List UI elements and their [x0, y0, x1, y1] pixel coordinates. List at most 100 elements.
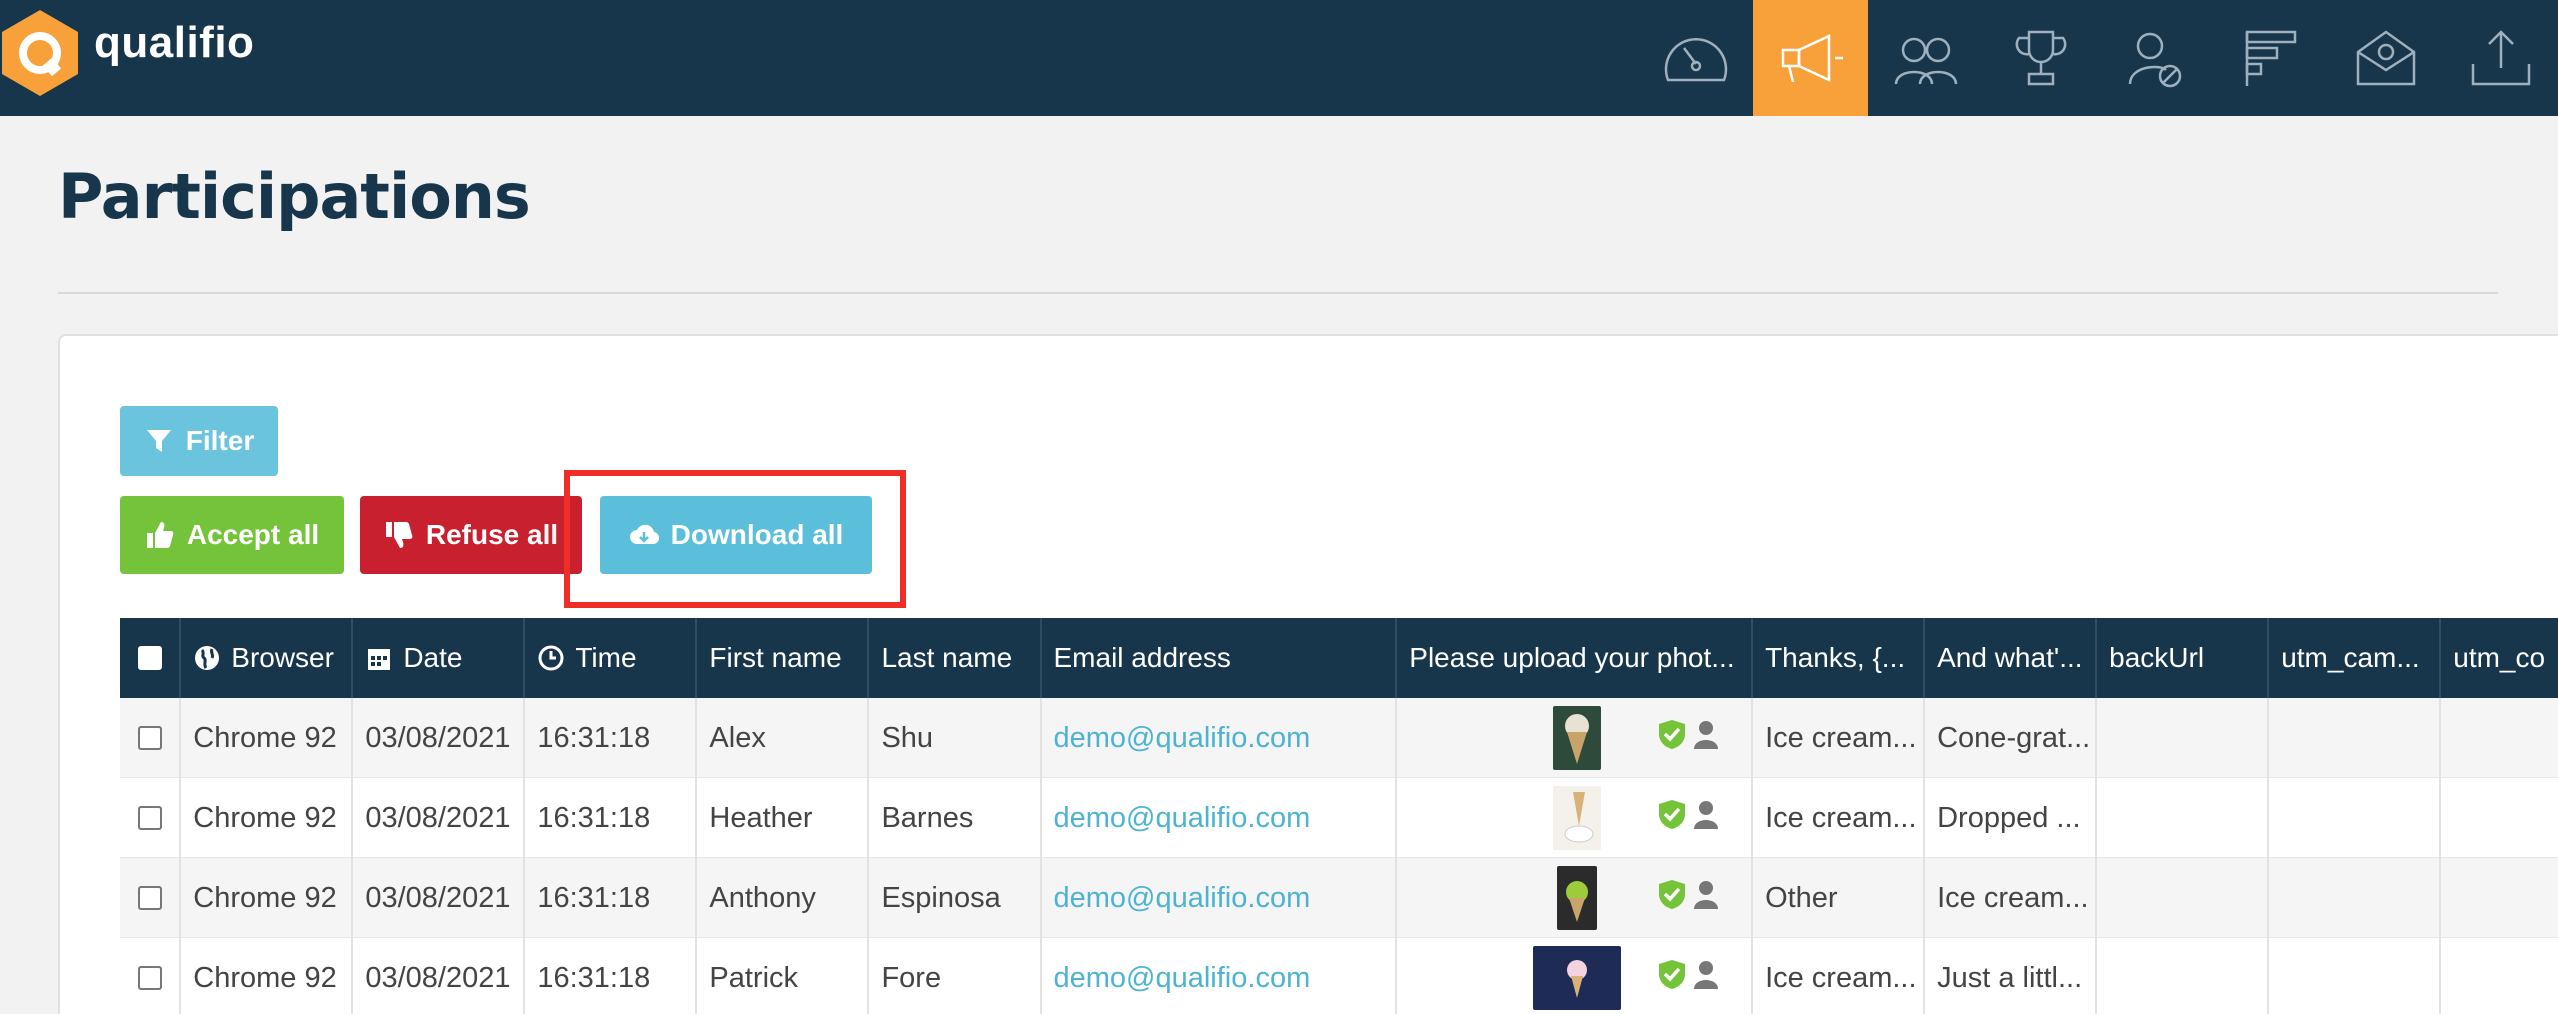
utm-campaign-cell	[2269, 778, 2442, 858]
nav-blacklist[interactable]	[2098, 0, 2213, 116]
photo-thumbnail[interactable]	[1553, 706, 1602, 770]
last-name-cell: Fore	[869, 938, 1042, 1014]
row-checkbox[interactable]	[137, 966, 162, 990]
photo-thumbnail[interactable]	[1557, 866, 1598, 930]
select-all-cell	[120, 618, 182, 698]
header-label: backUrl	[2109, 642, 2205, 673]
row-checkbox[interactable]	[137, 806, 162, 830]
email-link[interactable]: demo@qualifio.com	[1042, 778, 1398, 858]
moderation-status	[1657, 798, 1721, 830]
clock-icon	[538, 645, 564, 671]
header-label: And what'...	[1937, 642, 2083, 673]
shield-check-icon[interactable]	[1657, 718, 1687, 750]
row-checkbox-cell	[120, 858, 182, 938]
browser-cell: Chrome 92	[181, 778, 354, 858]
nav-statistics[interactable]	[2213, 0, 2328, 116]
first-name-cell: Anthony	[697, 858, 870, 938]
refuse-all-button[interactable]: Refuse all	[360, 496, 582, 574]
header-label: Browser	[231, 642, 334, 673]
header-label: Time	[575, 642, 637, 673]
export-upload-icon	[2471, 30, 2530, 86]
header-thanks[interactable]: Thanks, {...	[1753, 618, 1926, 698]
header-time[interactable]: Time	[525, 618, 698, 698]
calendar-icon	[368, 649, 391, 670]
row-checkbox-cell	[120, 938, 182, 1014]
nav-dashboard[interactable]	[1638, 0, 1753, 116]
shield-check-icon[interactable]	[1657, 798, 1687, 830]
email-link[interactable]: demo@qualifio.com	[1042, 698, 1398, 778]
utm-content-cell	[2441, 858, 2558, 938]
brand-name[interactable]: qualifio	[94, 18, 254, 68]
thumbs-down-icon	[385, 522, 413, 548]
accept-all-label: Accept all	[186, 519, 320, 550]
moderation-status	[1657, 718, 1721, 750]
backurl-cell	[2097, 938, 2270, 1014]
header-label: Thanks, {...	[1765, 642, 1906, 673]
table-row: Chrome 92 03/08/2021 16:31:18 Anthony Es…	[120, 858, 2558, 938]
header-email[interactable]: Email address	[1042, 618, 1398, 698]
email-link[interactable]: demo@qualifio.com	[1042, 858, 1398, 938]
select-all-checkbox[interactable]	[137, 646, 162, 670]
header-photo-upload[interactable]: Please upload your phot...	[1397, 618, 1754, 698]
accept-all-button[interactable]: Accept all	[120, 496, 344, 574]
utm-campaign-cell	[2269, 938, 2442, 1014]
header-utm-content[interactable]: utm_co	[2441, 618, 2558, 698]
top-navbar: qualifio	[0, 0, 2558, 116]
nav-export[interactable]	[2443, 0, 2558, 116]
thanks-cell: Ice cream...	[1753, 698, 1926, 778]
filter-label: Filter	[185, 425, 255, 456]
date-cell: 03/08/2021	[353, 858, 526, 938]
backurl-cell	[2097, 778, 2270, 858]
user-icon[interactable]	[1691, 718, 1721, 750]
qualifio-logo[interactable]	[0, 8, 80, 98]
utm-campaign-cell	[2269, 858, 2442, 938]
first-name-cell: Alex	[697, 698, 870, 778]
globe-icon	[195, 646, 220, 670]
table-header: Browser Date Time First name Last name E…	[120, 618, 2558, 698]
filter-icon	[146, 430, 171, 452]
table-row: Chrome 92 03/08/2021 16:31:18 Patrick Fo…	[120, 938, 2558, 1014]
header-and-what[interactable]: And what'...	[1925, 618, 2098, 698]
main-nav	[1638, 0, 2558, 116]
time-cell: 16:31:18	[525, 698, 698, 778]
first-name-cell: Patrick	[697, 938, 870, 1014]
browser-cell: Chrome 92	[181, 858, 354, 938]
shield-check-icon[interactable]	[1657, 878, 1687, 910]
header-label: Email address	[1053, 642, 1231, 673]
first-name-cell: Heather	[697, 778, 870, 858]
user-icon[interactable]	[1691, 958, 1721, 990]
row-checkbox[interactable]	[137, 886, 162, 910]
photo-thumbnail[interactable]	[1553, 786, 1602, 850]
header-backurl[interactable]: backUrl	[2097, 618, 2270, 698]
email-icon	[2356, 30, 2415, 86]
participations-table: Browser Date Time First name Last name E…	[120, 618, 2558, 1014]
nav-email[interactable]	[2328, 0, 2443, 116]
page-title: Participations	[58, 160, 531, 233]
dashboard-gauge-icon	[1664, 37, 1727, 82]
header-browser[interactable]: Browser	[181, 618, 354, 698]
photo-cell	[1397, 938, 1754, 1014]
photo-thumbnail[interactable]	[1533, 946, 1622, 1010]
header-first-name[interactable]: First name	[697, 618, 870, 698]
header-label: Last name	[881, 642, 1013, 673]
header-utm-campaign[interactable]: utm_cam...	[2269, 618, 2442, 698]
filter-button[interactable]: Filter	[120, 406, 278, 476]
row-checkbox-cell	[120, 698, 182, 778]
row-checkbox[interactable]	[137, 726, 162, 750]
header-date[interactable]: Date	[353, 618, 526, 698]
email-link[interactable]: demo@qualifio.com	[1042, 938, 1398, 1014]
nav-participants[interactable]	[1868, 0, 1983, 116]
header-label: utm_co	[2453, 642, 2546, 673]
photo-cell	[1397, 778, 1754, 858]
table-row: Chrome 92 03/08/2021 16:31:18 Alex Shu d…	[120, 698, 2558, 778]
user-icon[interactable]	[1691, 878, 1721, 910]
nav-prizes[interactable]	[1983, 0, 2098, 116]
shield-check-icon[interactable]	[1657, 958, 1687, 990]
user-icon[interactable]	[1691, 798, 1721, 830]
utm-content-cell	[2441, 778, 2558, 858]
date-cell: 03/08/2021	[353, 938, 526, 1014]
header-last-name[interactable]: Last name	[869, 618, 1042, 698]
backurl-cell	[2097, 698, 2270, 778]
header-label: First name	[709, 642, 842, 673]
nav-campaigns[interactable]	[1753, 0, 1868, 116]
